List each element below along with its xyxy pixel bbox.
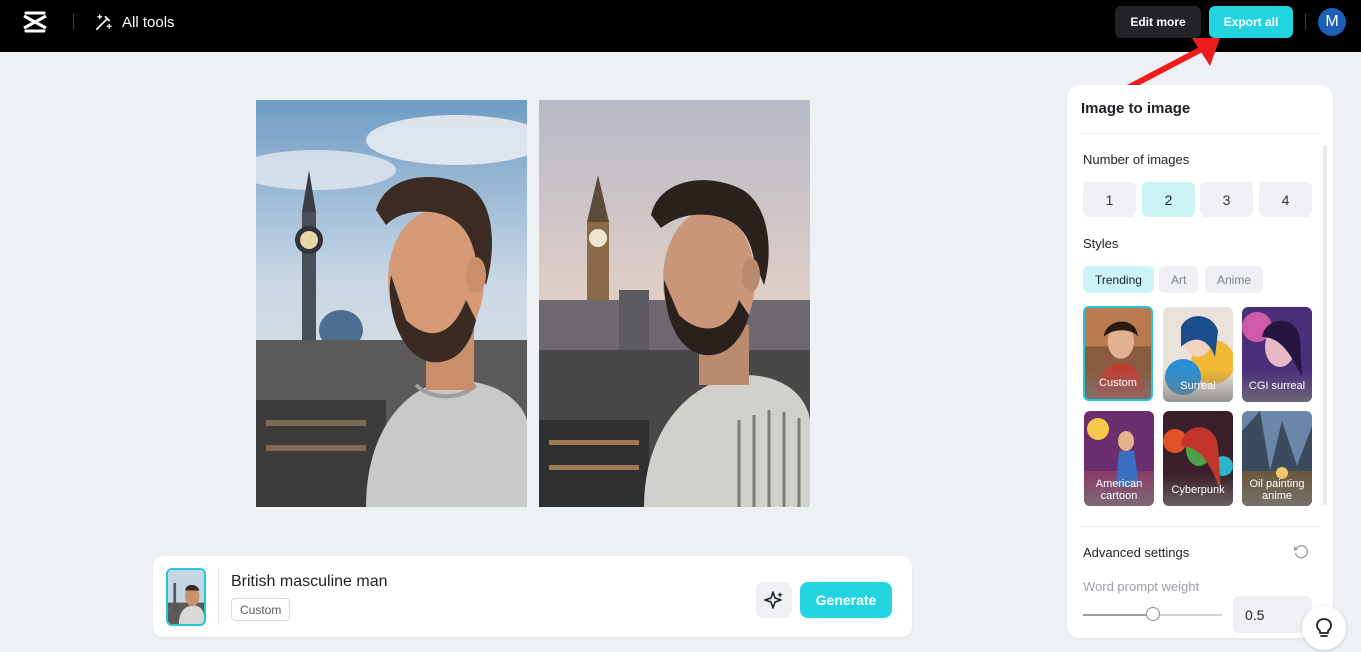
style-label: Oil painting anime bbox=[1242, 474, 1312, 506]
all-tools-label: All tools bbox=[122, 13, 175, 31]
style-label: Custom bbox=[1085, 367, 1151, 399]
generated-image-2[interactable] bbox=[539, 100, 810, 507]
slider-fill bbox=[1083, 614, 1153, 616]
style-tag: Custom bbox=[231, 598, 291, 621]
style-card-oil-painting-anime[interactable]: Oil painting anime bbox=[1242, 411, 1312, 506]
number-of-images-label: Number of images bbox=[1083, 152, 1190, 167]
avatar[interactable]: M bbox=[1318, 8, 1346, 36]
styles-label: Styles bbox=[1083, 236, 1119, 251]
slider-knob[interactable] bbox=[1145, 607, 1160, 621]
image-to-image-panel: Image to image Number of images 1 2 3 4 … bbox=[1067, 85, 1333, 638]
generated-image-1[interactable] bbox=[256, 100, 527, 507]
prompt-bar: British masculine man Custom Generate bbox=[153, 556, 912, 637]
style-card-cgi-surreal[interactable]: CGI surreal bbox=[1242, 307, 1312, 402]
top-bar: All tools Edit more Export all M bbox=[0, 0, 1361, 52]
number-option-3[interactable]: 3 bbox=[1200, 182, 1253, 217]
tips-button[interactable] bbox=[1302, 606, 1346, 650]
all-tools-button[interactable]: All tools bbox=[94, 11, 175, 33]
divider bbox=[1081, 133, 1319, 134]
style-label: CGI surreal bbox=[1242, 370, 1312, 402]
reference-image-thumbnail[interactable] bbox=[166, 568, 206, 626]
style-card-american-cartoon[interactable]: American cartoon bbox=[1084, 411, 1154, 506]
style-card-custom[interactable]: Custom bbox=[1083, 306, 1153, 401]
panel-title: Image to image bbox=[1081, 100, 1191, 117]
style-label: Surreal bbox=[1163, 370, 1233, 402]
inspire-button[interactable] bbox=[756, 582, 792, 618]
advanced-settings-label: Advanced settings bbox=[1083, 545, 1190, 560]
tab-anime[interactable]: Anime bbox=[1205, 266, 1264, 293]
generate-button[interactable]: Generate bbox=[800, 582, 892, 618]
word-prompt-weight-label: Word prompt weight bbox=[1083, 579, 1200, 594]
tab-art[interactable]: Art bbox=[1159, 266, 1199, 293]
style-card-surreal[interactable]: Surreal bbox=[1163, 307, 1233, 402]
style-label: Cyberpunk bbox=[1163, 474, 1233, 506]
edit-more-button[interactable]: Edit more bbox=[1115, 6, 1201, 38]
lightbulb-icon bbox=[1316, 618, 1332, 637]
divider bbox=[218, 568, 219, 625]
style-label: American cartoon bbox=[1084, 474, 1154, 506]
reset-icon[interactable] bbox=[1293, 544, 1309, 560]
number-option-1[interactable]: 1 bbox=[1083, 182, 1136, 217]
capcut-logo-icon[interactable] bbox=[22, 10, 48, 34]
word-prompt-weight-input[interactable]: 0.5 bbox=[1233, 596, 1312, 633]
divider bbox=[1305, 13, 1306, 30]
sparkle-icon bbox=[764, 591, 783, 609]
prompt-text[interactable]: British masculine man bbox=[231, 573, 388, 591]
number-option-2[interactable]: 2 bbox=[1142, 182, 1195, 217]
magic-wand-icon bbox=[95, 13, 112, 30]
divider bbox=[1081, 526, 1319, 527]
number-option-4[interactable]: 4 bbox=[1259, 182, 1312, 217]
panel-scrollbar[interactable] bbox=[1323, 145, 1327, 505]
style-card-cyberpunk[interactable]: Cyberpunk bbox=[1163, 411, 1233, 506]
divider bbox=[73, 13, 74, 30]
tab-trending[interactable]: Trending bbox=[1083, 266, 1154, 293]
export-all-button[interactable]: Export all bbox=[1209, 6, 1293, 38]
